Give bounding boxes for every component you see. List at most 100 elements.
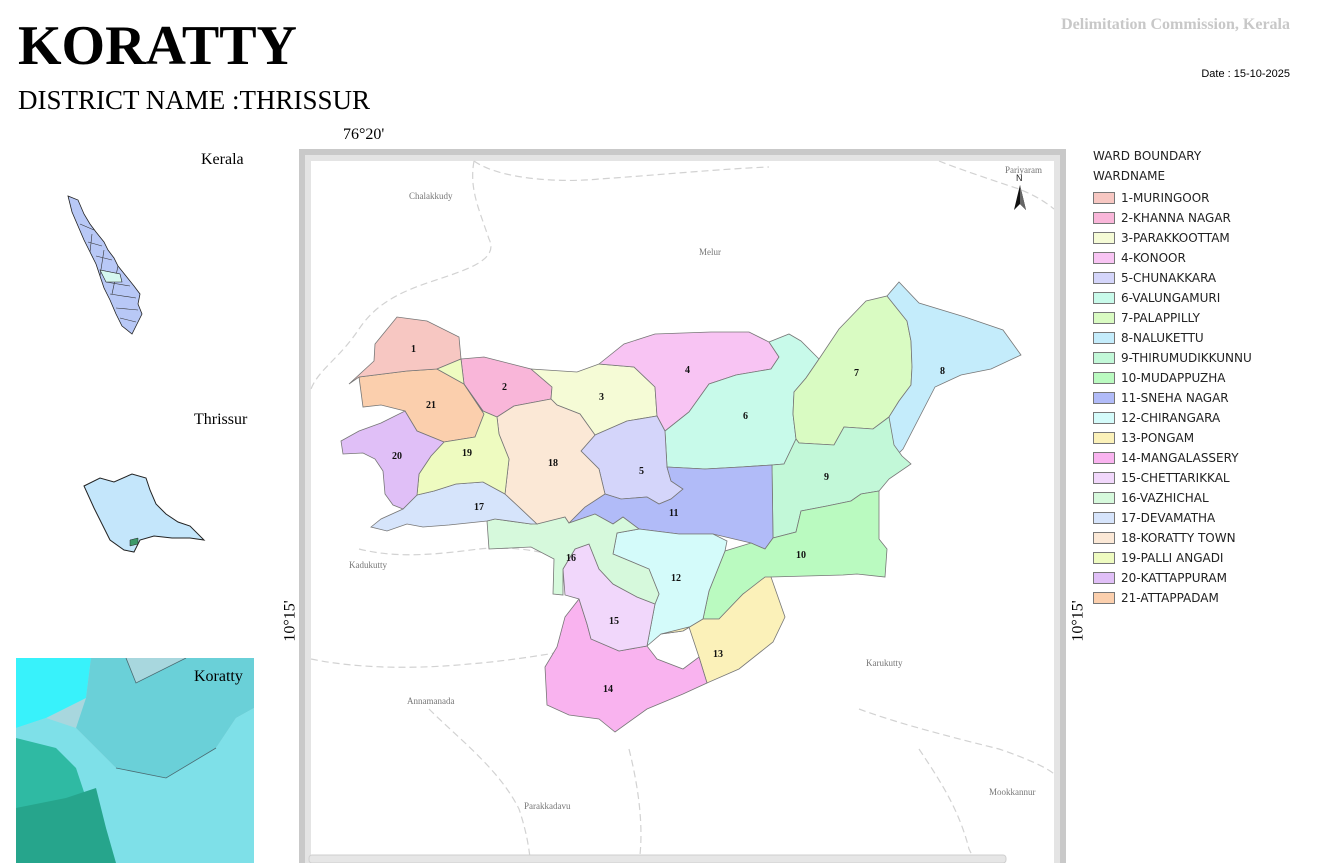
legend-label: 19-PALLI ANGADI (1121, 551, 1224, 565)
legend-swatch (1093, 532, 1115, 544)
main-map: Chalakkudy Melur Pariyaram Kadukutty Kar… (299, 149, 1066, 863)
legend-item: 2-KHANNA NAGAR (1093, 208, 1252, 228)
latitude-label-right: 10°15' (1069, 600, 1087, 642)
legend-label: 15-CHETTARIKKAL (1121, 471, 1230, 485)
ward-number: 12 (671, 573, 681, 584)
legend-label: 14-MANGALASSERY (1121, 451, 1239, 465)
legend-item: 12-CHIRANGARA (1093, 408, 1252, 428)
legend-item: 8-NALUKETTU (1093, 328, 1252, 348)
legend-heading: WARD BOUNDARY (1093, 149, 1202, 163)
legend-swatch (1093, 372, 1115, 384)
legend-swatch (1093, 412, 1115, 424)
longitude-label: 76°20' (343, 126, 385, 143)
legend-item: 5-CHUNAKKARA (1093, 268, 1252, 288)
legend-swatch (1093, 312, 1115, 324)
legend-item: 3-PARAKKOOTTAM (1093, 228, 1252, 248)
legend-item: 10-MUDAPPUZHA (1093, 368, 1252, 388)
legend-item: 7-PALAPPILLY (1093, 308, 1252, 328)
koratty-inset-label: Koratty (194, 668, 243, 685)
ward-number: 15 (609, 616, 619, 627)
legend-item: 13-PONGAM (1093, 428, 1252, 448)
ward-number: 1 (411, 344, 416, 355)
kerala-inset-label: Kerala (201, 151, 244, 168)
ward-number: 21 (426, 400, 436, 411)
legend-label: 10-MUDAPPUZHA (1121, 371, 1226, 385)
legend-swatch (1093, 332, 1115, 344)
legend-item: 1-MURINGOOR (1093, 188, 1252, 208)
legend-swatch (1093, 512, 1115, 524)
legend-item: 11-SNEHA NAGAR (1093, 388, 1252, 408)
kerala-inset-map (67, 195, 143, 335)
ward-number: 16 (566, 553, 576, 564)
svg-text:N: N (1016, 173, 1023, 183)
legend-item: 19-PALLI ANGADI (1093, 548, 1252, 568)
legend-label: 13-PONGAM (1121, 431, 1195, 445)
legend-subheading: WARDNAME (1093, 169, 1166, 183)
ward-number: 6 (743, 411, 748, 422)
legend-item: 21-ATTAPPADAM (1093, 588, 1252, 608)
ward-number: 13 (713, 649, 723, 660)
legend-item: 15-CHETTARIKKAL (1093, 468, 1252, 488)
ward-number: 18 (548, 458, 558, 469)
legend-label: 4-KONOOR (1121, 251, 1186, 265)
legend-item: 18-KORATTY TOWN (1093, 528, 1252, 548)
legend-label: 5-CHUNAKKARA (1121, 271, 1217, 285)
agency-label: Delimitation Commission, Kerala (1061, 16, 1290, 33)
ward-number: 20 (392, 451, 402, 462)
legend-swatch (1093, 392, 1115, 404)
place-label: Chalakkudy (409, 191, 453, 201)
legend-swatch (1093, 352, 1115, 364)
legend-item: 9-THIRUMUDIKKUNNU (1093, 348, 1252, 368)
legend-label: 9-THIRUMUDIKKUNNU (1121, 351, 1252, 365)
legend-label: 11-SNEHA NAGAR (1121, 391, 1229, 405)
date-label: Date : 15-10-2025 (1201, 68, 1290, 80)
legend-swatch (1093, 252, 1115, 264)
legend-label: 17-DEVAMATHA (1121, 511, 1216, 525)
page-title: KORATTY (18, 15, 297, 77)
ward-number: 10 (796, 550, 806, 561)
legend-label: 6-VALUNGAMURI (1121, 291, 1221, 305)
place-label: Parakkadavu (524, 801, 571, 811)
legend-item: 14-MANGALASSERY (1093, 448, 1252, 468)
legend-item: 20-KATTAPPURAM (1093, 568, 1252, 588)
legend-swatch (1093, 292, 1115, 304)
legend-swatch (1093, 232, 1115, 244)
legend-swatch (1093, 552, 1115, 564)
ward-number: 7 (854, 368, 859, 379)
legend-swatch (1093, 572, 1115, 584)
legend-swatch (1093, 272, 1115, 284)
legend-item: 4-KONOOR (1093, 248, 1252, 268)
legend-item: 17-DEVAMATHA (1093, 508, 1252, 528)
legend-label: 2-KHANNA NAGAR (1121, 211, 1231, 225)
legend-label: 1-MURINGOOR (1121, 191, 1210, 205)
place-label: Kadukutty (349, 560, 387, 570)
legend-label: 12-CHIRANGARA (1121, 411, 1221, 425)
place-label: Melur (699, 247, 721, 257)
place-label: Karukutty (866, 658, 903, 668)
legend-swatch (1093, 472, 1115, 484)
thrissur-inset-map (83, 473, 206, 553)
place-label: Annamanada (407, 696, 454, 706)
ward-number: 9 (824, 472, 829, 483)
ward-number: 14 (603, 684, 613, 695)
place-label: Pariyaram (1005, 165, 1042, 175)
legend-swatch (1093, 212, 1115, 224)
latitude-label-left: 10°15' (281, 600, 299, 642)
legend-swatch (1093, 592, 1115, 604)
legend-label: 7-PALAPPILLY (1121, 311, 1200, 325)
legend-item: 6-VALUNGAMURI (1093, 288, 1252, 308)
thrissur-inset-label: Thrissur (194, 411, 248, 428)
district-name: DISTRICT NAME :THRISSUR (18, 85, 371, 115)
legend-label: 16-VAZHICHAL (1121, 491, 1209, 505)
legend-swatch (1093, 452, 1115, 464)
legend-label: 18-KORATTY TOWN (1121, 531, 1236, 545)
ward-number: 2 (502, 382, 507, 393)
ward-number: 3 (599, 392, 604, 403)
map-scrollbar[interactable] (308, 854, 1007, 863)
legend-label: 3-PARAKKOOTTAM (1121, 231, 1230, 245)
ward-number: 4 (685, 365, 690, 376)
legend-label: 8-NALUKETTU (1121, 331, 1204, 345)
legend-swatch (1093, 492, 1115, 504)
legend-swatch (1093, 432, 1115, 444)
ward-number: 19 (462, 448, 472, 459)
